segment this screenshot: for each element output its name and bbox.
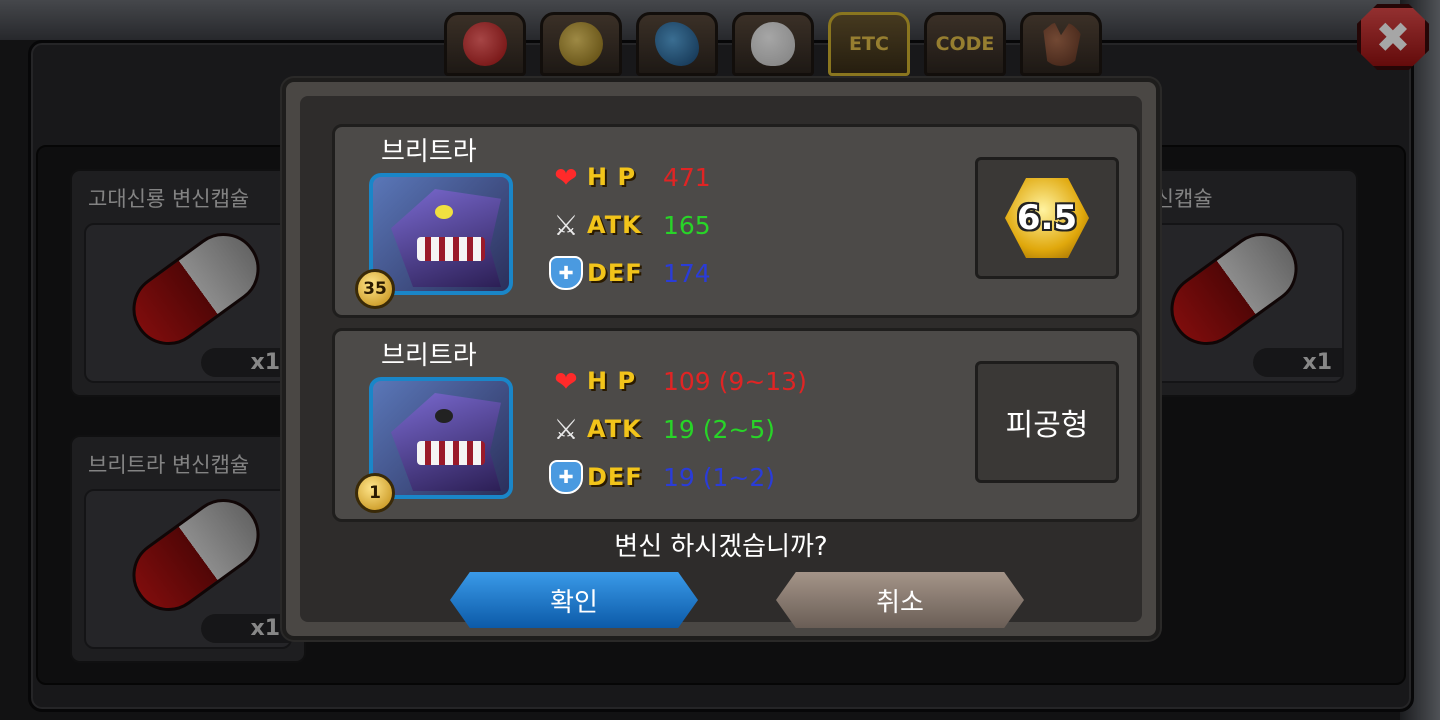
dragon-teeth [417,441,485,465]
hp-value: 109 (9~13) [663,366,807,396]
heart-icon: ❤ [554,160,578,194]
grade-box: 6.5 [975,157,1119,279]
def-value: 19 (1~2) [663,462,776,492]
dragon-eye [435,205,453,219]
monster-type: 피공형 [1005,408,1089,443]
dragon-eye [435,409,453,423]
dragon-teeth [417,237,485,261]
transform-dialog: 브리트라 35 ❤ H P 471 ⚔ ATK 165 ✚ DEF 174 6.… [282,78,1160,640]
stat-atk: ⚔ ATK 165 [545,201,711,249]
level-badge: 35 [355,269,395,309]
monster-name: 브리트라 [381,137,477,167]
confirm-button[interactable]: 확인 [450,572,698,628]
stat-hp: ❤ H P 471 [545,153,711,201]
def-label: DEF [587,463,643,491]
atk-label: ATK [587,415,642,443]
def-value: 174 [663,258,711,288]
stat-def: ✚ DEF 19 (1~2) [545,453,807,501]
hp-value: 471 [663,162,711,192]
stats-list: ❤ H P 471 ⚔ ATK 165 ✚ DEF 174 [545,153,711,297]
monster-name: 브리트라 [381,341,477,371]
dialog-body: 브리트라 35 ❤ H P 471 ⚔ ATK 165 ✚ DEF 174 6.… [300,96,1142,628]
stats-list: ❤ H P 109 (9~13) ⚔ ATK 19 (2~5) ✚ DEF 19… [545,357,807,501]
current-monster-panel: 브리트라 35 ❤ H P 471 ⚔ ATK 165 ✚ DEF 174 6.… [332,124,1140,318]
heart-icon: ❤ [554,364,578,398]
def-label: DEF [587,259,643,287]
shield-icon: ✚ [549,460,583,494]
stat-def: ✚ DEF 174 [545,249,711,297]
stat-atk: ⚔ ATK 19 (2~5) [545,405,807,453]
confirm-question: 변신 하시겠습니까? [614,532,828,562]
hp-label: H P [587,367,637,395]
shield-icon: ✚ [549,256,583,290]
result-monster-panel: 브리트라 1 ❤ H P 109 (9~13) ⚔ ATK 19 (2~5) ✚… [332,328,1140,522]
hp-label: H P [587,163,637,191]
grade-badge-icon: 6.5 [1005,178,1089,258]
level-badge: 1 [355,473,395,513]
atk-value: 19 (2~5) [663,414,776,444]
crossed-swords-icon: ⚔ [553,412,579,446]
cancel-button[interactable]: 취소 [776,572,1024,628]
type-box: 피공형 [975,361,1119,483]
stat-hp: ❤ H P 109 (9~13) [545,357,807,405]
atk-value: 165 [663,210,711,240]
crossed-swords-icon: ⚔ [553,208,579,242]
atk-label: ATK [587,211,642,239]
